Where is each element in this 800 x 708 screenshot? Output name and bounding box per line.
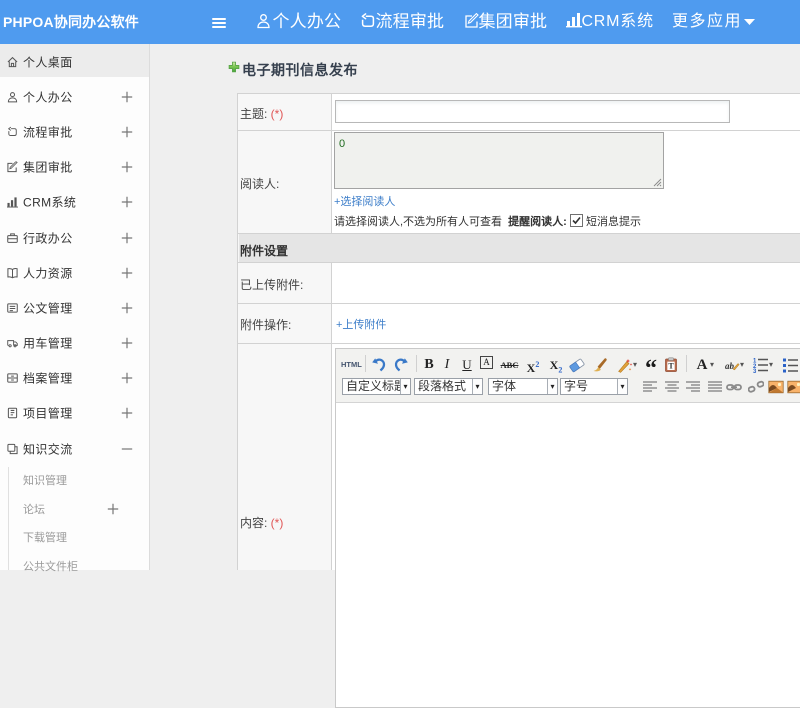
svg-text:T: T xyxy=(668,362,674,371)
svg-text:ab: ab xyxy=(725,361,735,371)
svg-text:3: 3 xyxy=(753,369,757,373)
